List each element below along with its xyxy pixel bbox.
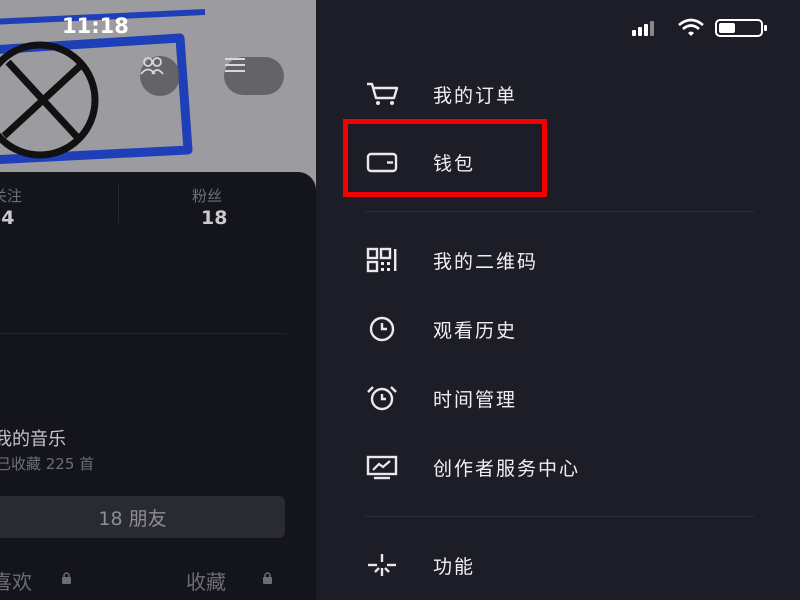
stat-divider: [118, 183, 119, 223]
profile-banner: 11:18: [0, 0, 316, 200]
menu-item-functions[interactable]: 功能: [364, 545, 764, 585]
menu-item-time-management[interactable]: 时间管理: [364, 378, 764, 418]
following-label: 关注: [0, 187, 23, 205]
hamburger-icon: [225, 58, 245, 72]
friends-icon-button[interactable]: [140, 56, 180, 96]
qr-code-icon: [364, 242, 400, 278]
menu-item-watch-history[interactable]: 观看历史: [364, 309, 764, 349]
menu-item-qr-code[interactable]: 我的二维码: [364, 240, 764, 280]
music-title[interactable]: 我的音乐: [0, 425, 66, 451]
menu-item-creator-center[interactable]: 创作者服务中心: [364, 447, 764, 487]
creator-chart-icon: [364, 449, 400, 485]
tab-likes[interactable]: 喜欢: [0, 566, 32, 595]
menu-item-orders[interactable]: 我的订单: [364, 74, 764, 114]
clock-icon: [364, 311, 400, 347]
status-icons: [632, 18, 767, 37]
people-icon: [140, 57, 164, 75]
profile-page: 11:18 关注 64 粉丝 18 我的音乐 已收藏 225 首 18 朋友 喜…: [0, 0, 316, 600]
section-divider: [0, 333, 286, 334]
menu-divider: [364, 516, 754, 517]
signal-icon: [632, 21, 654, 36]
alarm-icon: [364, 380, 400, 416]
side-drawer: 我的订单 钱包 我的二维码 观看历史 时间管理 创作者服务中心 功能: [316, 0, 800, 600]
menu-item-label: 我的订单: [433, 84, 518, 107]
menu-button[interactable]: [224, 57, 284, 95]
friends-button[interactable]: 18 朋友: [0, 496, 285, 538]
music-subtitle: 已收藏 225 首: [0, 455, 95, 473]
following-count[interactable]: 64: [0, 207, 14, 229]
menu-item-label: 我的二维码: [433, 250, 539, 273]
tab-favorites[interactable]: 收藏: [186, 566, 226, 595]
menu-divider: [364, 211, 754, 212]
status-time: 11:18: [62, 14, 129, 38]
cart-icon: [364, 76, 400, 112]
battery-icon: [715, 19, 767, 37]
lock-icon: [263, 572, 272, 584]
menu-item-label: 创作者服务中心: [433, 457, 581, 480]
fans-count[interactable]: 18: [201, 207, 227, 229]
wifi-icon: [678, 18, 704, 36]
highlight-box: [343, 119, 547, 197]
menu-item-label: 时间管理: [433, 388, 518, 411]
banner-artwork: [0, 0, 316, 200]
fans-label: 粉丝: [192, 187, 223, 205]
menu-item-label: 观看历史: [433, 319, 518, 342]
menu-item-label: 功能: [433, 555, 476, 578]
function-icon: [364, 547, 400, 583]
lock-icon: [62, 572, 71, 584]
